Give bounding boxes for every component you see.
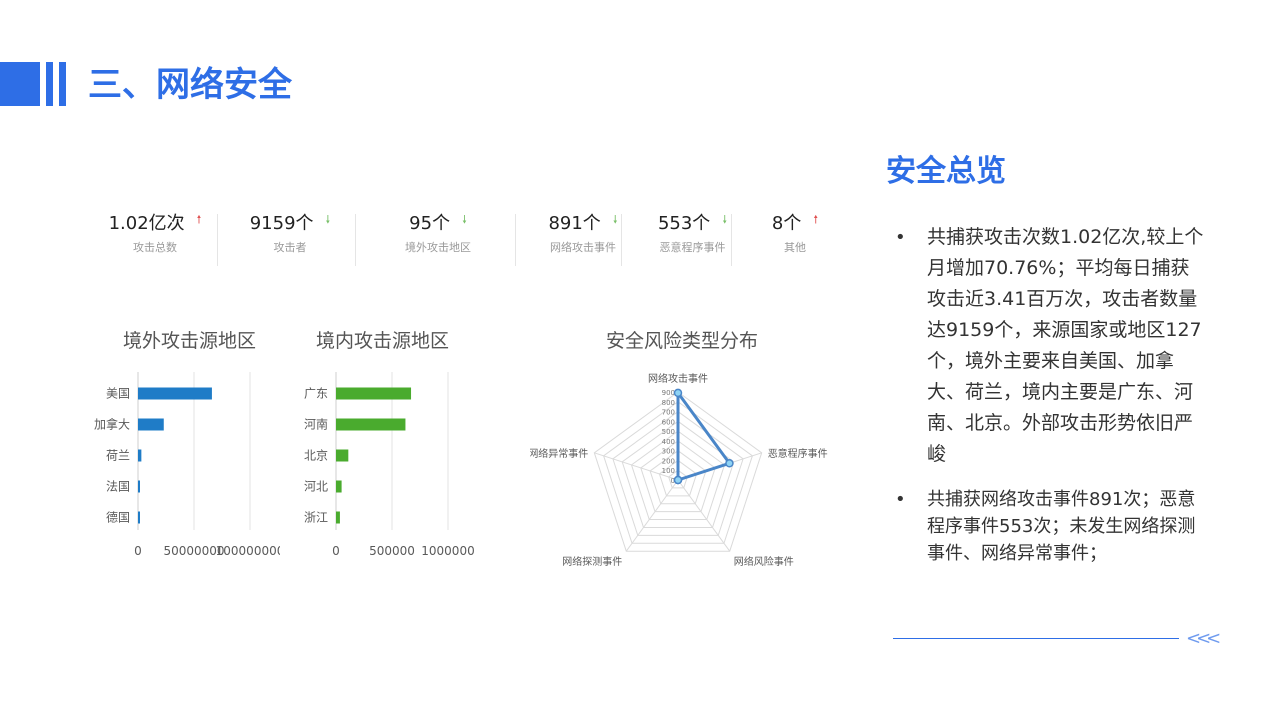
kpi-attackers: 9159个 🠗 攻击者 [230, 210, 350, 270]
radar-point [725, 459, 734, 468]
radar-tick-label: 800 [662, 399, 675, 407]
radar-tick-label: 100 [662, 467, 675, 475]
radar-tick-label: 700 [662, 409, 675, 417]
kpi-divider [355, 214, 356, 266]
radar-tick-label: 500 [662, 428, 675, 436]
arrow-down-icon: 🠗 [325, 213, 331, 226]
chart-title-overseas: 境外攻击源地区 [123, 330, 257, 352]
page-title: 三、网络安全 [88, 65, 292, 105]
overview-title: 安全总览 [886, 154, 1006, 189]
category-label: 德国 [106, 510, 130, 525]
kpi-overseas-regions: 95个 🠗 境外攻击地区 [373, 210, 503, 270]
overview-bullets: 共捕获攻击次数1.02亿次,较上个月增加70.76%；平均每日捕获攻击近3.41… [895, 222, 1205, 583]
kpi-label: 网络攻击事件 [550, 241, 616, 254]
category-label: 美国 [106, 387, 130, 401]
overview-bullet: 共捕获攻击次数1.02亿次,较上个月增加70.76%；平均每日捕获攻击近3.41… [895, 222, 1205, 470]
bar [336, 511, 340, 524]
kpi-attack-total: 1.02亿次 🠕 攻击总数 [95, 210, 215, 270]
radar-tick-label: 400 [662, 438, 675, 446]
kpi-label: 恶意程序事件 [659, 241, 726, 254]
kpi-value: 9159个 [249, 213, 314, 234]
bar [138, 418, 164, 431]
category-label: 浙江 [304, 511, 328, 525]
kpi-divider [621, 214, 622, 266]
category-label: 河南 [304, 417, 328, 432]
kpi-label: 其他 [784, 241, 806, 254]
radar-axis-line [677, 479, 731, 552]
category-label: 加拿大 [94, 417, 130, 432]
arrow-down-icon: 🠗 [722, 213, 728, 226]
bar [336, 418, 406, 431]
radar-tick-label: 600 [662, 418, 675, 426]
kpi-row: 1.02亿次 🠕 攻击总数 9159个 🠗 攻击者 95个 🠗 境外攻击地区 891个… [95, 210, 850, 270]
chevrons-left-icon: <<< [1186, 628, 1221, 649]
tick-label: 100000000 [216, 544, 280, 558]
tick-label: 0 [332, 544, 340, 558]
footer-line [893, 638, 1179, 639]
bar-chart-domestic: 广东河南北京河北浙江 0 500000 1000000 [304, 372, 475, 558]
arrow-up-icon: 🠕 [196, 213, 202, 226]
tick-label: 500000 [369, 544, 415, 558]
title-bar-stripe [46, 62, 53, 106]
radar-tick-label: 200 [662, 457, 675, 465]
chart-title-domestic: 境内攻击源地区 [316, 330, 450, 352]
kpi-malware-events: 553个 🠗 恶意程序事件 [635, 210, 750, 270]
title-bar-stripe [59, 62, 66, 106]
bar [138, 387, 212, 400]
tick-label: 1000000 [421, 544, 474, 558]
tick-label: 0 [134, 544, 142, 558]
bar [138, 449, 142, 462]
kpi-value: 8个 [771, 213, 802, 234]
bar-chart-overseas: 美国加拿大荷兰法国德国0 50000000100000000 [94, 372, 280, 558]
kpi-value: 891个 [548, 213, 601, 234]
chart-title-risk: 安全风险类型分布 [606, 330, 759, 352]
kpi-divider [515, 214, 516, 266]
arrow-down-icon: 🠗 [462, 213, 467, 226]
radar-point [673, 475, 683, 485]
bar [138, 480, 140, 493]
category-label: 法国 [106, 480, 130, 494]
radar-point [673, 388, 683, 398]
kpi-label: 攻击者 [273, 241, 307, 254]
radar-axis-label: 恶意程序事件 [768, 447, 828, 460]
category-label: 广东 [304, 387, 328, 401]
kpi-value: 553个 [657, 213, 711, 234]
radar-axis-label: 网络风险事件 [734, 555, 794, 568]
radar-tick-label: 300 [662, 448, 675, 456]
kpi-value: 95个 [409, 213, 451, 234]
radar-axis-line [625, 479, 679, 552]
kpi-divider [731, 214, 732, 266]
kpi-label: 攻击总数 [133, 241, 177, 254]
overview-bullet: 共捕获网络攻击事件891次；恶意程序事件553次；未发生网络探测事件、网络异常事… [895, 486, 1205, 567]
category-label: 北京 [304, 449, 328, 463]
radar-chart-risk: 0100200300400500600700800900网络攻击事件恶意程序事件… [530, 372, 828, 568]
bar [336, 387, 412, 400]
title-bar-block [0, 62, 40, 106]
arrow-down-icon: 🠗 [612, 213, 618, 226]
kpi-network-attack-events: 891个 🠗 网络攻击事件 [523, 210, 643, 270]
category-label: 荷兰 [106, 449, 130, 463]
bar [138, 511, 140, 524]
arrow-up-icon: 🠕 [813, 213, 819, 226]
category-label: 河北 [304, 480, 328, 494]
radar-axis-label: 网络探测事件 [562, 555, 622, 568]
bar [336, 449, 349, 462]
radar-axis-label: 网络异常事件 [530, 447, 588, 460]
radar-axis-label: 网络攻击事件 [648, 372, 708, 385]
kpi-value: 1.02亿次 [108, 213, 185, 234]
radar-tick-label: 900 [662, 389, 675, 397]
bar [336, 480, 342, 493]
kpi-label: 境外攻击地区 [405, 241, 471, 254]
kpi-divider [217, 214, 218, 266]
kpi-other: 8个 🠕 其他 [755, 210, 835, 270]
